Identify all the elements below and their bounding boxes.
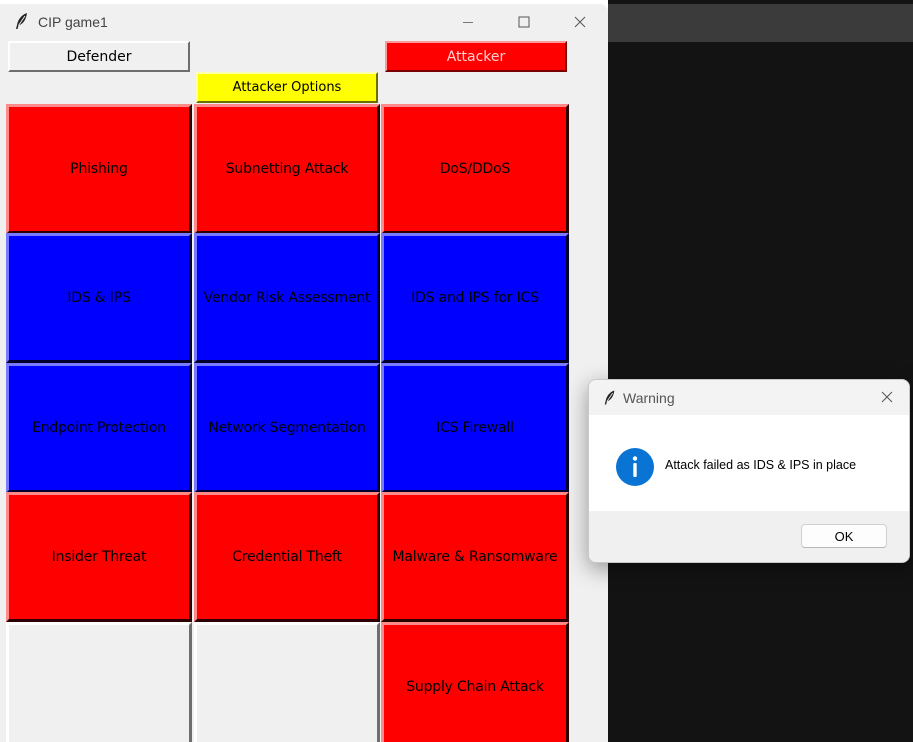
grid-button-defense[interactable]: IDS & IPS (6, 233, 192, 363)
grid-button-defense[interactable]: ICS Firewall (381, 363, 569, 493)
dialog-close-button[interactable] (877, 387, 897, 407)
background-window-titlebar (608, 4, 913, 42)
dialog-message: Attack failed as IDS & IPS in place (665, 458, 857, 472)
close-icon (881, 391, 893, 403)
feather-icon (604, 390, 615, 405)
grid-button-empty[interactable] (194, 622, 380, 742)
window-titlebar[interactable]: CIP game1 (0, 4, 608, 38)
grid-button-attack[interactable]: Malware & Ransomware (381, 492, 569, 622)
warning-dialog: Warning Attack failed as IDS & IPS in pl… (588, 379, 910, 563)
background-window (608, 0, 913, 742)
dialog-title: Warning (623, 390, 675, 406)
ok-button[interactable]: OK (801, 524, 887, 548)
window-title: CIP game1 (38, 14, 108, 30)
minimize-button[interactable] (451, 10, 485, 34)
grid-button-defense[interactable]: Endpoint Protection (6, 363, 192, 493)
close-button[interactable] (563, 10, 597, 34)
grid-button-attack[interactable]: Insider Threat (6, 492, 192, 622)
maximize-icon (518, 16, 530, 28)
grid-button-attack[interactable]: Credential Theft (194, 492, 380, 622)
grid-button-defense[interactable]: IDS and IPS for ICS (381, 233, 569, 363)
info-icon (616, 448, 654, 486)
attacker-options-button[interactable]: Attacker Options (196, 72, 378, 103)
dialog-titlebar[interactable]: Warning (589, 380, 909, 415)
minimize-icon (463, 22, 473, 23)
grid-button-attack[interactable]: Supply Chain Attack (381, 622, 569, 742)
grid-button-defense[interactable]: Vendor Risk Assessment (194, 233, 380, 363)
grid-button-attack[interactable]: DoS/DDoS (381, 104, 569, 234)
maximize-button[interactable] (507, 10, 541, 34)
defender-button[interactable]: Defender (8, 41, 190, 72)
close-icon (574, 16, 586, 28)
grid-button-attack[interactable]: Subnetting Attack (194, 104, 380, 234)
feather-icon (16, 13, 27, 29)
main-window: CIP game1 Defender Attacker Attacker Opt… (0, 4, 608, 742)
dialog-footer: OK (589, 511, 909, 562)
attacker-button[interactable]: Attacker (385, 41, 567, 72)
grid-button-defense[interactable]: Network Segmentation (194, 363, 380, 493)
grid-button-attack[interactable]: Phishing (6, 104, 192, 234)
grid-button-empty[interactable] (6, 622, 192, 742)
